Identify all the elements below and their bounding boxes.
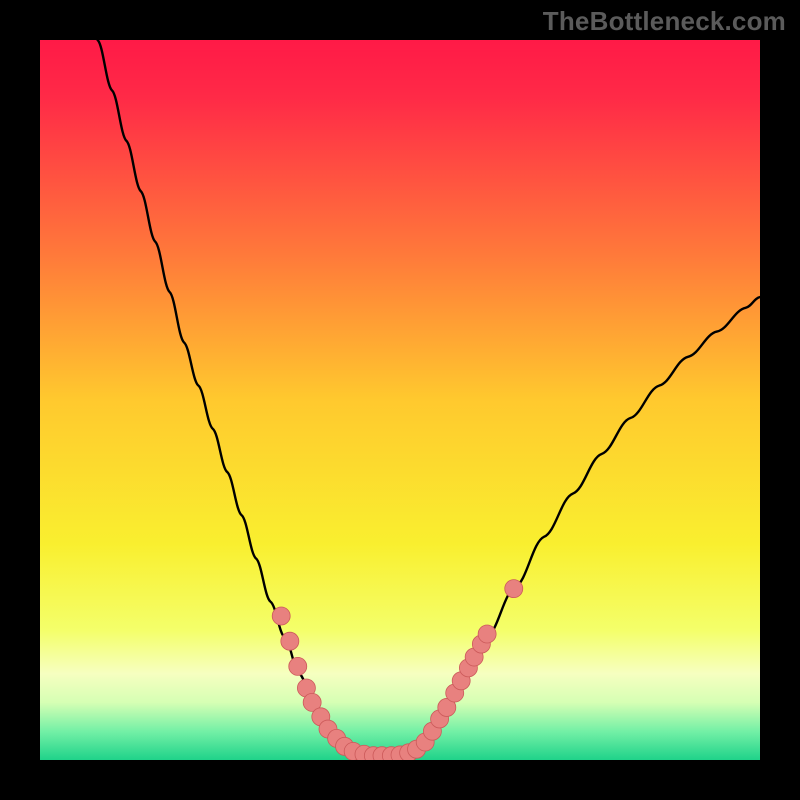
gradient-background [40,40,760,760]
chart-frame: TheBottleneck.com [0,0,800,800]
plot-area [40,40,760,760]
data-marker [505,580,523,598]
data-marker [281,632,299,650]
data-marker [289,657,307,675]
data-marker [478,625,496,643]
data-marker [272,607,290,625]
watermark-label: TheBottleneck.com [543,6,786,37]
chart-svg [40,40,760,760]
